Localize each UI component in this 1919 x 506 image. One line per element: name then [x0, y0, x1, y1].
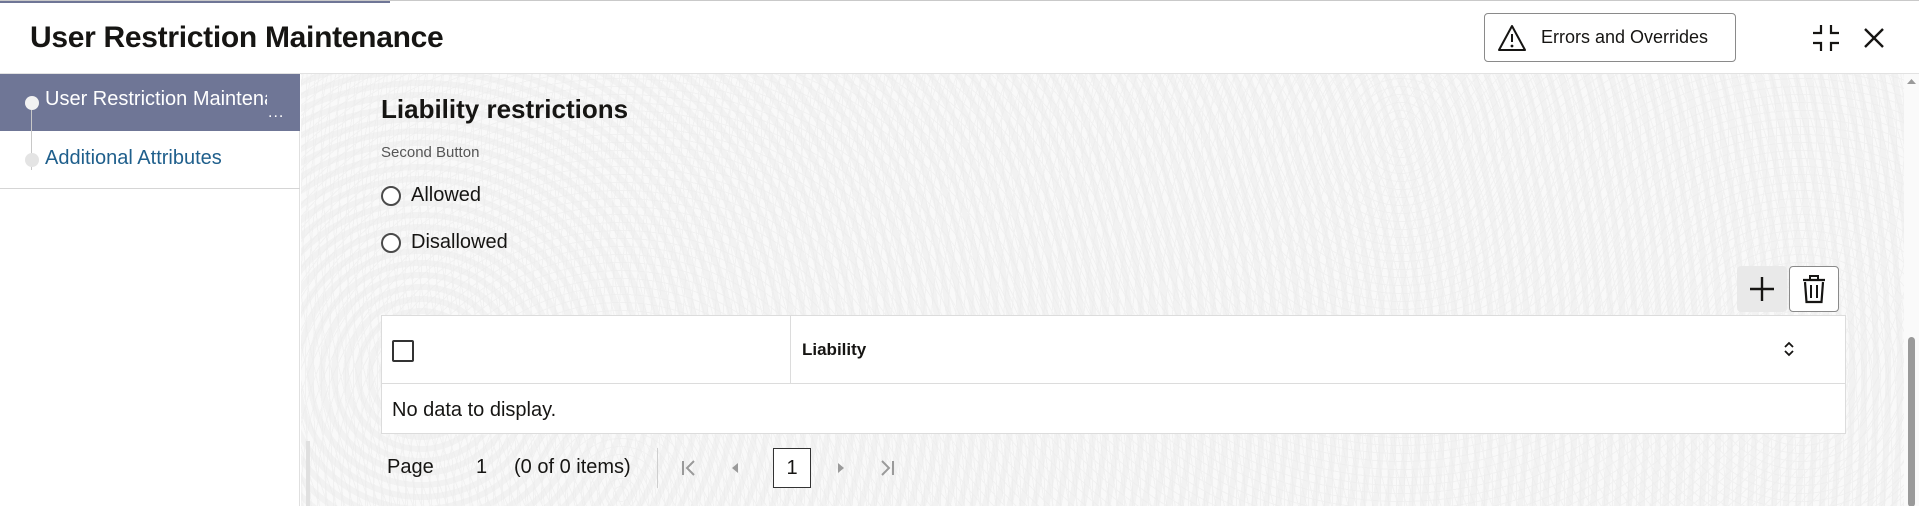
next-page-icon[interactable] — [827, 454, 855, 482]
current-page-button[interactable]: 1 — [773, 448, 811, 488]
sort-icon[interactable] — [1777, 336, 1801, 362]
items-summary: (0 of 0 items) — [514, 456, 631, 478]
errors-and-overrides-label: Errors and Overrides — [1541, 27, 1709, 47]
empty-table-message: No data to display. — [392, 399, 557, 421]
collapse-icon[interactable] — [1809, 21, 1843, 55]
radio-circle-icon — [381, 185, 401, 206]
section-title: Liability restrictions — [381, 94, 629, 124]
page-title: User Restriction Maintenance — [30, 21, 444, 54]
app-window: User Restriction Maintenance Errors and … — [0, 0, 1919, 506]
trash-icon — [1803, 275, 1825, 304]
errors-and-overrides-button[interactable]: Errors and Overrides — [1484, 13, 1736, 62]
header: User Restriction Maintenance Errors and … — [0, 3, 1919, 74]
close-icon[interactable] — [1857, 21, 1891, 55]
background-pattern — [301, 74, 1904, 506]
pagination: Page 1 (0 of 0 items) 1 — [381, 446, 981, 490]
step-indicator-icon — [25, 153, 39, 167]
page-label: Page — [387, 456, 434, 478]
sidebar-item-additional-attributes[interactable]: Additional Attributes — [0, 131, 300, 189]
radio-label: Allowed — [411, 184, 482, 206]
pagination-divider — [657, 448, 658, 488]
step-indicator-icon — [25, 96, 39, 110]
content-edge-indicator — [306, 441, 310, 506]
table-header: Liability — [382, 316, 1845, 384]
column-header-liability[interactable]: Liability — [802, 340, 866, 360]
field-label: Second Button — [381, 144, 480, 161]
column-divider — [790, 316, 791, 384]
first-page-icon[interactable] — [675, 454, 703, 482]
last-page-icon[interactable] — [873, 454, 901, 482]
scrollbar-thumb[interactable] — [1908, 337, 1915, 506]
sidebar-item-label: User Restriction Maintenance — [45, 88, 267, 110]
main-content: Liability restrictions Second Button All… — [301, 74, 1904, 506]
page-number-input[interactable]: 1 — [476, 456, 487, 479]
warning-icon — [1498, 24, 1526, 51]
overflow-ellipsis: ... — [268, 104, 285, 121]
sidebar: User Restriction Maintenance ... Additio… — [0, 74, 300, 506]
sidebar-item-label: Additional Attributes — [45, 147, 222, 169]
delete-row-button[interactable] — [1789, 266, 1839, 312]
liability-table: Liability No data to display. — [381, 315, 1846, 434]
radio-allowed[interactable]: Allowed — [381, 184, 481, 207]
sidebar-item-user-restriction-maintenance[interactable]: User Restriction Maintenance ... — [0, 74, 300, 131]
plus-icon — [1750, 277, 1774, 301]
scroll-up-icon[interactable] — [1906, 77, 1917, 85]
add-row-button[interactable] — [1737, 266, 1787, 312]
previous-page-icon[interactable] — [721, 454, 749, 482]
select-all-checkbox[interactable] — [392, 340, 414, 362]
radio-disallowed[interactable]: Disallowed — [381, 231, 508, 254]
radio-circle-icon — [381, 232, 401, 253]
radio-label: Disallowed — [411, 231, 508, 253]
